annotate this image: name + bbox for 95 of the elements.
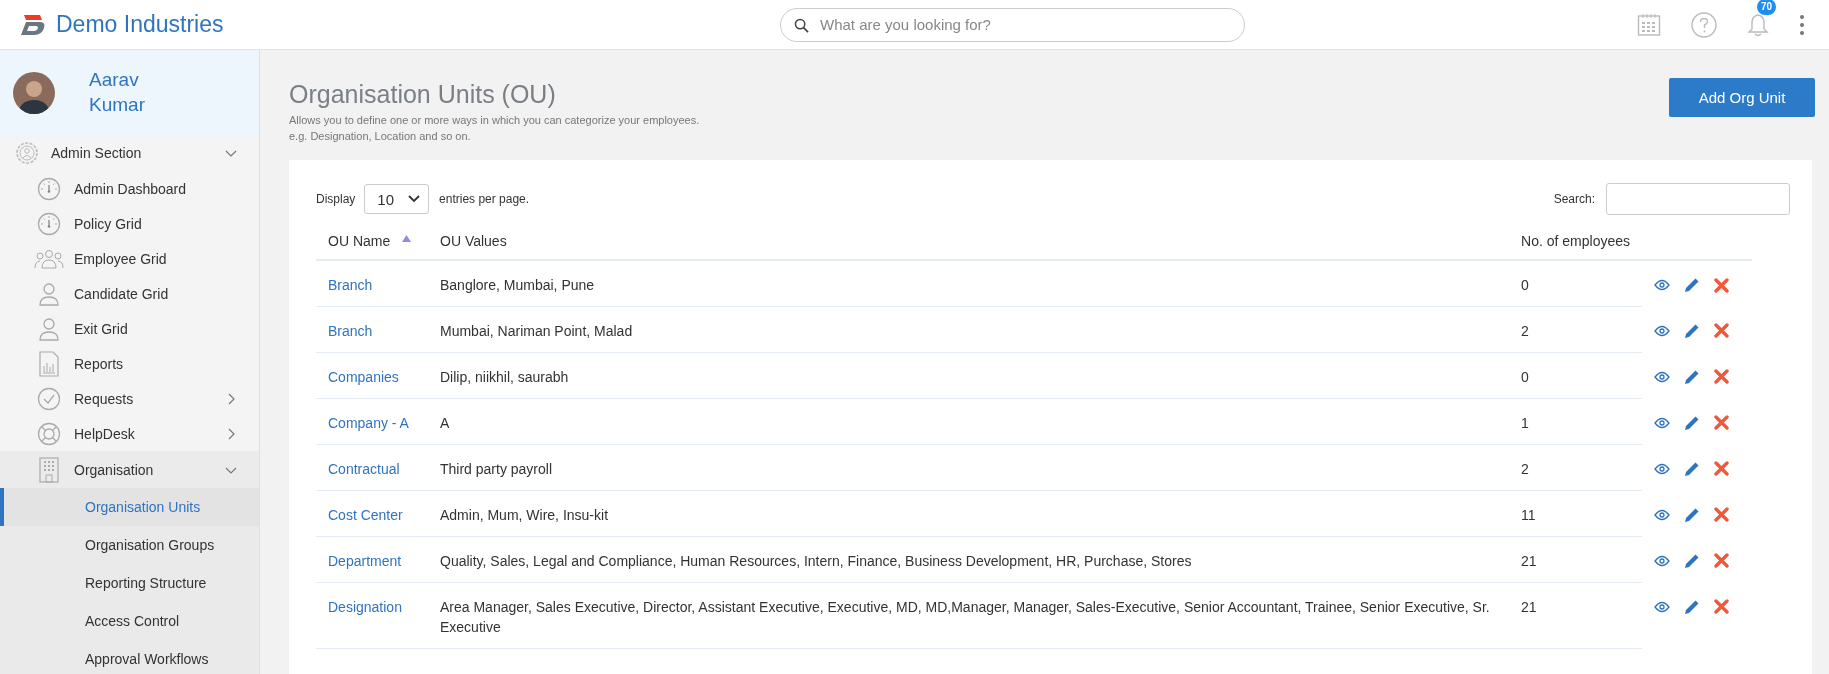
submenu-item[interactable]: Reporting Structure — [0, 564, 259, 602]
add-org-unit-button[interactable]: Add Org Unit — [1669, 78, 1815, 117]
pencil-icon[interactable] — [1684, 598, 1700, 615]
menu-item[interactable]: HelpDesk — [0, 416, 259, 451]
ou-values: A — [440, 415, 450, 431]
ou-name-link[interactable]: Branch — [328, 323, 373, 339]
eye-icon[interactable] — [1654, 508, 1670, 521]
eye-icon[interactable] — [1654, 370, 1670, 383]
ou-values: Third party payroll — [440, 461, 553, 477]
cross-icon[interactable] — [1714, 415, 1729, 430]
column-header[interactable]: OU Values — [440, 233, 507, 249]
notification-badge: 70 — [1757, 0, 1777, 15]
menu-item[interactable]: Employee Grid — [0, 241, 259, 276]
employee-count: 11 — [1521, 507, 1536, 523]
menu-item[interactable]: Candidate Grid — [0, 276, 259, 311]
logo-icon — [20, 14, 46, 35]
employee-count: 2 — [1521, 461, 1529, 477]
user-name[interactable]: Aarav Kumar — [89, 67, 159, 118]
submenu-item[interactable]: Organisation Groups — [0, 526, 259, 564]
report-icon — [39, 350, 59, 377]
eye-icon[interactable] — [1654, 279, 1670, 291]
submenu-item[interactable]: Access Control — [0, 602, 259, 640]
bell-icon[interactable] — [1747, 12, 1769, 37]
column-header[interactable]: No. of employees — [1521, 233, 1630, 249]
ou-values: Quality, Sales, Legal and Compliance, Human Resources, Intern, Finance, Business Development, HR, Purchase, Stores — [440, 553, 1192, 569]
ou-values: Mumbai, Nariman Point, Malad — [440, 323, 633, 339]
employee-count: 2 — [1521, 323, 1529, 339]
pencil-icon[interactable] — [1684, 552, 1700, 569]
gauge-icon — [37, 211, 61, 236]
people-icon — [34, 247, 64, 270]
employee-count: 21 — [1521, 553, 1537, 569]
pencil-icon[interactable] — [1684, 506, 1700, 523]
employee-count: 21 — [1521, 599, 1537, 615]
building-icon — [39, 456, 59, 483]
submenu-item[interactable]: Organisation Units — [0, 488, 259, 526]
page-description: e.g. Designation, Location and so on. — [289, 128, 472, 144]
check-circle-icon — [37, 386, 61, 411]
person-icon — [38, 281, 60, 306]
ou-values: Admin, Mum, Wire, Insu-kit — [440, 507, 609, 523]
avatar — [13, 71, 55, 114]
eye-icon[interactable] — [1654, 554, 1670, 567]
menu-item[interactable]: Admin Dashboard — [0, 171, 259, 206]
ou-values: Banglore, Mumbai, Pune — [440, 277, 595, 293]
eye-icon[interactable] — [1654, 462, 1670, 475]
employee-count: 1 — [1521, 415, 1529, 431]
menu-item[interactable]: Exit Grid — [0, 311, 259, 346]
more-icon[interactable] — [1799, 13, 1805, 36]
menu-item[interactable]: Policy Grid — [0, 206, 259, 241]
gear-icon — [15, 141, 39, 165]
pencil-icon[interactable] — [1684, 277, 1700, 293]
pencil-icon[interactable] — [1684, 460, 1700, 477]
menu-item[interactable]: Requests — [0, 381, 259, 416]
ou-name-link[interactable]: Companies — [328, 369, 399, 385]
eye-icon[interactable] — [1654, 416, 1670, 429]
search-icon — [794, 17, 809, 33]
ou-name-link[interactable]: Department — [328, 553, 402, 569]
lifebuoy-icon — [37, 421, 61, 446]
page-title: Organisation Units (OU) — [289, 80, 557, 109]
gauge-icon — [37, 176, 61, 201]
ou-values: Dilip, niikhil, saurabh — [440, 369, 569, 385]
ou-name-link[interactable]: Contractual — [328, 461, 400, 477]
menu-item[interactable]: Reports — [0, 346, 259, 381]
ou-values: Area Manager, Sales Executive, Director, Assistant Executive, Executive, MD, MD,Manager, Manager, Sales-Executive, Senior Accountant, Trainee, Senior Executive, Sr. Executive — [440, 599, 1490, 635]
submenu-item[interactable]: Approval Workflows — [0, 640, 259, 674]
search-label: Search: — [1553, 192, 1595, 206]
employee-count: 0 — [1521, 369, 1529, 385]
search-field[interactable]: What are you looking for? — [780, 7, 1245, 42]
cross-icon[interactable] — [1714, 461, 1729, 476]
pencil-icon[interactable] — [1684, 368, 1700, 385]
person-icon — [38, 316, 60, 341]
cross-icon[interactable] — [1714, 507, 1729, 522]
display-label: Display — [316, 192, 356, 206]
cross-icon[interactable] — [1714, 599, 1729, 614]
menu-label: Admin Section — [51, 145, 143, 161]
eye-icon[interactable] — [1654, 600, 1670, 613]
brand-name: Demo Industries — [56, 11, 224, 38]
pencil-icon[interactable] — [1684, 414, 1700, 431]
cross-icon[interactable] — [1714, 277, 1729, 293]
page-size-select[interactable]: 10 — [364, 184, 430, 214]
per-page-label: entries per page. — [439, 192, 530, 206]
pencil-icon[interactable] — [1684, 322, 1700, 339]
page-description: Allows you to define one or more ways in which you can categorize your employees. — [289, 113, 700, 128]
table-search-field[interactable] — [1606, 183, 1790, 215]
employee-count: 0 — [1521, 277, 1529, 293]
cross-icon[interactable] — [1714, 553, 1729, 568]
cross-icon[interactable] — [1714, 323, 1729, 338]
chevron-icon — [408, 195, 421, 203]
column-header[interactable]: OU Name — [328, 233, 391, 249]
menu-section[interactable]: Admin Section — [0, 135, 259, 171]
ou-name-link[interactable]: Cost Center — [328, 507, 403, 523]
eye-icon[interactable] — [1654, 324, 1670, 337]
ou-name-link[interactable]: Branch — [328, 277, 373, 293]
ou-name-link[interactable]: Designation — [328, 599, 402, 615]
ou-name-link[interactable]: Company - A — [328, 415, 409, 431]
cross-icon[interactable] — [1714, 369, 1729, 384]
